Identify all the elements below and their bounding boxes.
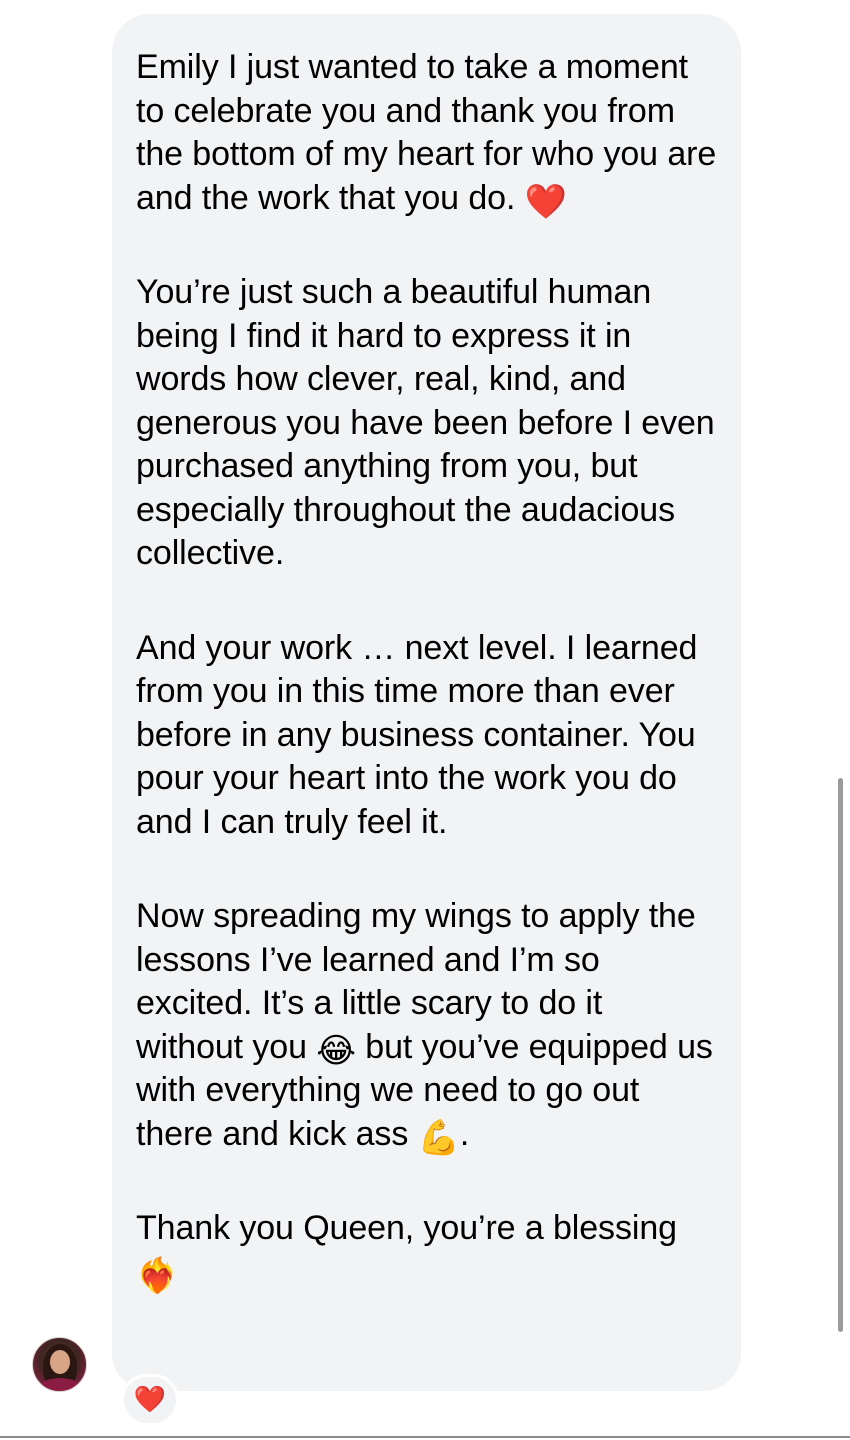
avatar-clothing-shape: [39, 1378, 81, 1391]
message-paragraph-2: You’re just such a beautiful human being…: [136, 273, 724, 572]
message-reaction-badge[interactable]: ❤️: [121, 1374, 179, 1426]
red-heart-emoji-icon: ❤️: [524, 181, 567, 222]
paragraph-4-period: .: [459, 1114, 470, 1153]
message-bubble[interactable]: Emily I just wanted to take a moment to …: [112, 14, 741, 1391]
bottom-divider: [0, 1436, 850, 1438]
message-paragraph-5: Thank you Queen, you’re a blessing ❤️‍🔥: [136, 1207, 717, 1294]
tears-of-joy-emoji-icon: 😂: [316, 1030, 356, 1071]
heart-on-fire-emoji-icon: ❤️‍🔥: [136, 1255, 179, 1296]
message-paragraph-4: Now spreading my wings to apply the less…: [136, 895, 717, 1156]
message-paragraph-3: And your work … next level. I learned fr…: [136, 628, 707, 841]
scrollbar[interactable]: [838, 778, 843, 1332]
sender-avatar[interactable]: [32, 1337, 87, 1392]
message-paragraph-1: Emily I just wanted to take a moment to …: [136, 46, 717, 220]
chat-thread: Emily I just wanted to take a moment to …: [0, 0, 850, 1440]
red-heart-reaction-icon: ❤️: [133, 1385, 167, 1415]
flexed-biceps-emoji-icon: 💪: [417, 1117, 460, 1158]
paragraph-5-text: Thank you Queen, you’re a blessing: [136, 1209, 677, 1247]
paragraph-1-text: Emily I just wanted to take a moment to …: [136, 48, 726, 217]
avatar-face-shape: [50, 1350, 70, 1374]
